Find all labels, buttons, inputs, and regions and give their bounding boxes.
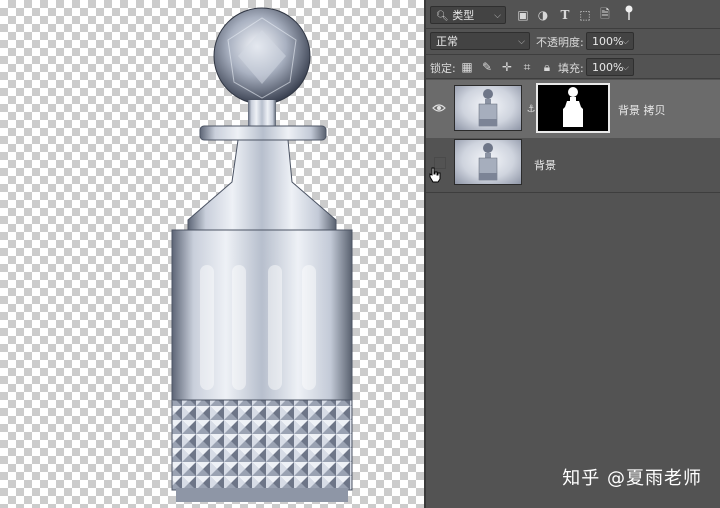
layer-row-background[interactable]: 背景 bbox=[426, 135, 720, 193]
filter-kind-label: 类型 bbox=[452, 9, 475, 22]
fill-field[interactable]: 100% ⌵ bbox=[586, 58, 634, 76]
fill-label: 填充: bbox=[558, 62, 584, 75]
layer-name[interactable]: 背景 拷贝 bbox=[618, 102, 666, 118]
fill-value: 100% bbox=[592, 61, 624, 74]
pixel-filter-icon[interactable]: ▣ bbox=[516, 8, 530, 22]
search-icon: 🔍︎ bbox=[436, 11, 449, 22]
filter-kind-dropdown[interactable]: 🔍︎ 类型 ⌵ bbox=[430, 6, 506, 24]
divider bbox=[426, 54, 720, 55]
smart-object-filter-icon[interactable]: 🗎︎ bbox=[598, 7, 612, 22]
eye-icon[interactable] bbox=[432, 102, 446, 114]
opacity-label: 不透明度: bbox=[536, 36, 584, 49]
filter-row: 🔍︎ 类型 ⌵ ▣ ◑ T ⬚ 🗎︎ bbox=[426, 4, 720, 26]
layers-panel: 🔍︎ 类型 ⌵ ▣ ◑ T ⬚ 🗎︎ 正常 ⌵ 不透明度: 100% ⌵ 锁定:… bbox=[426, 0, 720, 508]
document-canvas[interactable] bbox=[0, 0, 424, 508]
lock-transparent-icon[interactable]: ▦ bbox=[460, 60, 474, 74]
layer-thumbnail bbox=[454, 139, 522, 185]
blend-row: 正常 ⌵ 不透明度: 100% ⌵ bbox=[426, 30, 720, 52]
layer-thumbnail bbox=[454, 85, 522, 131]
layer-name[interactable]: 背景 bbox=[534, 157, 556, 173]
chevron-down-icon: ⌵ bbox=[518, 37, 525, 47]
mask-silhouette-icon bbox=[563, 87, 583, 127]
adjustment-filter-icon[interactable]: ◑ bbox=[536, 8, 550, 22]
divider bbox=[426, 192, 720, 193]
lock-all-icon[interactable]: 🔒︎ bbox=[540, 60, 554, 74]
lock-artboard-icon[interactable]: ⌗ bbox=[520, 60, 534, 74]
layer-row-background-copy[interactable]: ⚓︎ 背景 拷贝 bbox=[426, 80, 720, 138]
decanter-thumbnail-icon bbox=[478, 89, 498, 127]
decanter-image bbox=[171, 7, 353, 502]
chevron-down-icon: ⌵ bbox=[622, 37, 629, 47]
lock-label: 锁定: bbox=[430, 62, 456, 75]
lock-row: 锁定: ▦ ✎ ✛ ⌗ 🔒︎ 填充: 100% ⌵ bbox=[426, 56, 720, 78]
divider bbox=[426, 28, 720, 29]
watermark: 知乎 @夏雨老师 bbox=[562, 468, 702, 489]
chevron-down-icon: ⌵ bbox=[622, 63, 629, 73]
hand-cursor-icon bbox=[429, 167, 441, 183]
filter-toggle-icon[interactable] bbox=[622, 5, 636, 20]
chevron-down-icon: ⌵ bbox=[494, 11, 501, 21]
lock-brush-icon[interactable]: ✎ bbox=[480, 60, 494, 74]
blend-mode-label: 正常 bbox=[436, 35, 458, 48]
divider bbox=[426, 78, 720, 79]
lock-position-icon[interactable]: ✛ bbox=[500, 60, 514, 74]
type-filter-icon[interactable]: T bbox=[558, 8, 572, 22]
decanter-thumbnail-icon bbox=[478, 143, 498, 181]
layer-mask-thumbnail[interactable] bbox=[536, 83, 610, 133]
blend-mode-dropdown[interactable]: 正常 ⌵ bbox=[430, 32, 530, 50]
opacity-field[interactable]: 100% ⌵ bbox=[586, 32, 634, 50]
shape-filter-icon[interactable]: ⬚ bbox=[578, 8, 592, 22]
opacity-value: 100% bbox=[592, 35, 624, 48]
